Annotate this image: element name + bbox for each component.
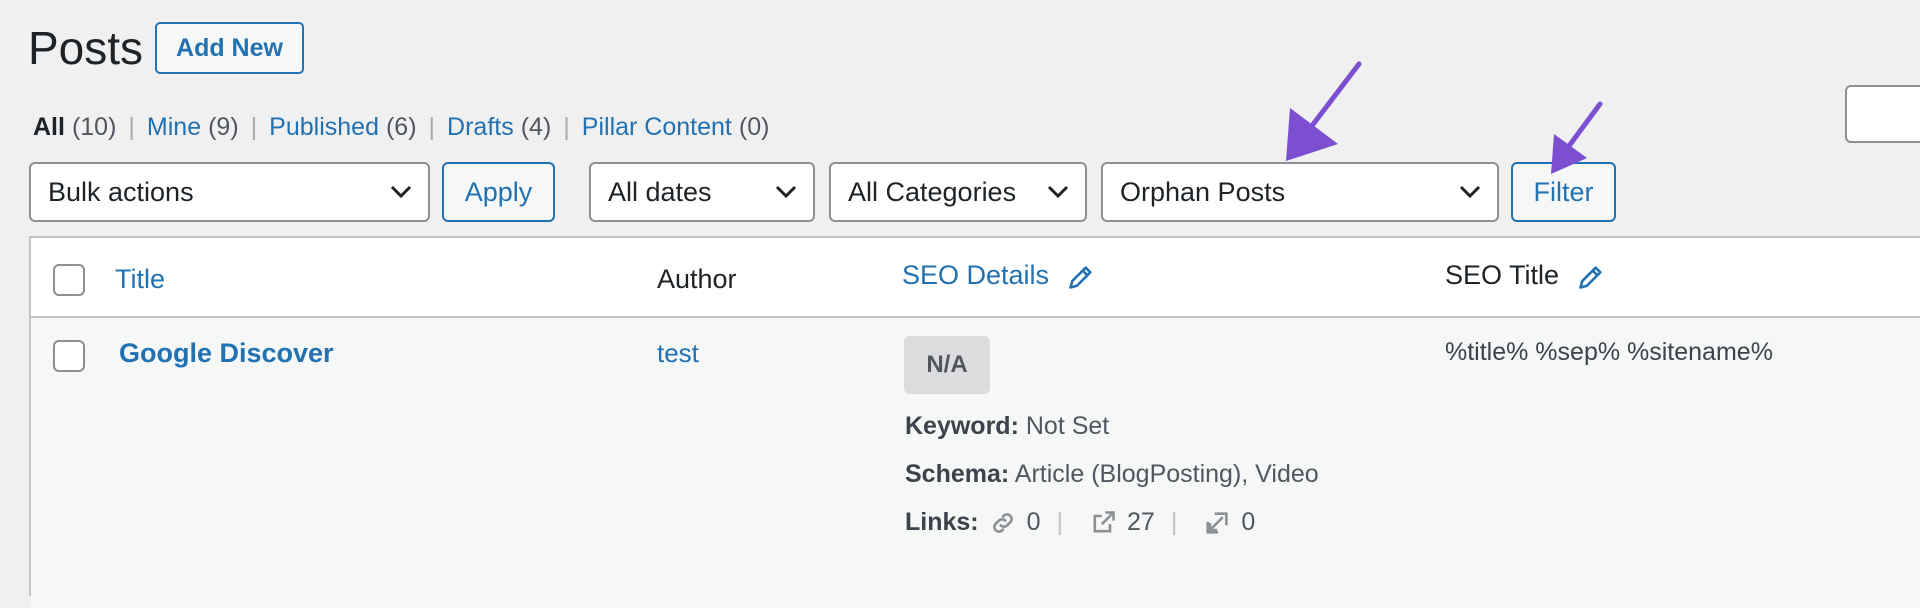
annotation-arrow-icon xyxy=(1286,61,1362,161)
annotation-arrow-icon xyxy=(1551,101,1603,174)
links-label: Links: xyxy=(905,508,979,536)
pencil-icon[interactable] xyxy=(1067,263,1095,291)
bulk-actions-value: Bulk actions xyxy=(48,176,194,207)
add-new-button[interactable]: Add New xyxy=(155,22,304,74)
seo-filter-value: Orphan Posts xyxy=(1120,176,1286,207)
categories-value: All Categories xyxy=(848,176,1017,207)
column-seo-title: SEO Title xyxy=(1445,258,1605,292)
select-all-checkbox[interactable] xyxy=(53,264,85,296)
view-all[interactable]: All (10) xyxy=(33,110,116,144)
seo-score-badge: N/A xyxy=(904,336,990,394)
keyword-label: Keyword: xyxy=(905,412,1019,440)
categories-select[interactable]: All Categories xyxy=(829,162,1087,222)
view-published[interactable]: Published (6) xyxy=(269,110,416,144)
dates-value: All dates xyxy=(608,176,712,207)
apply-button[interactable]: Apply xyxy=(442,162,555,222)
chevron-down-icon xyxy=(390,185,412,199)
view-separator: | xyxy=(428,113,436,141)
table-header: Title Author SEO Details SEO Title xyxy=(31,238,1920,318)
schema-value: Article (BlogPosting), Video xyxy=(1014,460,1319,488)
posts-table: Title Author SEO Details SEO Title Googl… xyxy=(29,236,1920,608)
links-separator: | xyxy=(1056,508,1064,536)
view-mine[interactable]: Mine (9) xyxy=(147,110,239,144)
view-separator: | xyxy=(128,113,135,141)
external-link-icon xyxy=(1089,509,1117,537)
chevron-down-icon xyxy=(1459,185,1481,199)
dates-select[interactable]: All dates xyxy=(589,162,815,222)
incoming-link-icon xyxy=(1203,509,1231,537)
view-pillar-content[interactable]: Pillar Content (0) xyxy=(582,110,770,144)
external-links-count: 27 xyxy=(1127,508,1155,536)
keyword-line: Keyword: Not Set xyxy=(905,412,1109,441)
links-separator: | xyxy=(1170,508,1178,536)
seo-title-value: %title% %sep% %sitename% xyxy=(1445,338,1773,366)
internal-links-count: 0 xyxy=(1026,508,1041,536)
column-seo-details-label[interactable]: SEO Details xyxy=(902,260,1049,290)
keyword-value: Not Set xyxy=(1025,412,1110,440)
pencil-icon[interactable] xyxy=(1577,263,1605,291)
view-separator: | xyxy=(250,113,258,141)
internal-link-icon xyxy=(989,509,1017,537)
post-title-link[interactable]: Google Discover xyxy=(119,338,334,369)
view-separator: | xyxy=(563,113,570,141)
page-title: Posts xyxy=(28,22,144,74)
post-status-views: All (10) | Mine (9) | Published (6) | Draft… xyxy=(33,110,769,144)
column-seo-title-label: SEO Title xyxy=(1445,260,1560,290)
view-drafts[interactable]: Drafts (4) xyxy=(447,110,551,144)
post-author-link[interactable]: test xyxy=(657,338,699,369)
schema-label: Schema: xyxy=(905,460,1010,488)
column-title[interactable]: Title xyxy=(115,262,165,296)
column-seo-details: SEO Details xyxy=(902,258,1095,292)
bulk-actions-select[interactable]: Bulk actions xyxy=(29,162,430,222)
chevron-down-icon xyxy=(1047,185,1069,199)
schema-line: Schema: Article (BlogPosting), Video xyxy=(905,460,1319,489)
seo-filter-select[interactable]: Orphan Posts xyxy=(1101,162,1499,222)
incoming-links-count: 0 xyxy=(1241,508,1256,536)
row-checkbox[interactable] xyxy=(53,340,85,372)
chevron-down-icon xyxy=(775,185,797,199)
links-line: Links: 0 | 27 | 0 xyxy=(905,508,1255,537)
column-author: Author xyxy=(657,264,737,294)
search-input[interactable] xyxy=(1845,85,1920,143)
